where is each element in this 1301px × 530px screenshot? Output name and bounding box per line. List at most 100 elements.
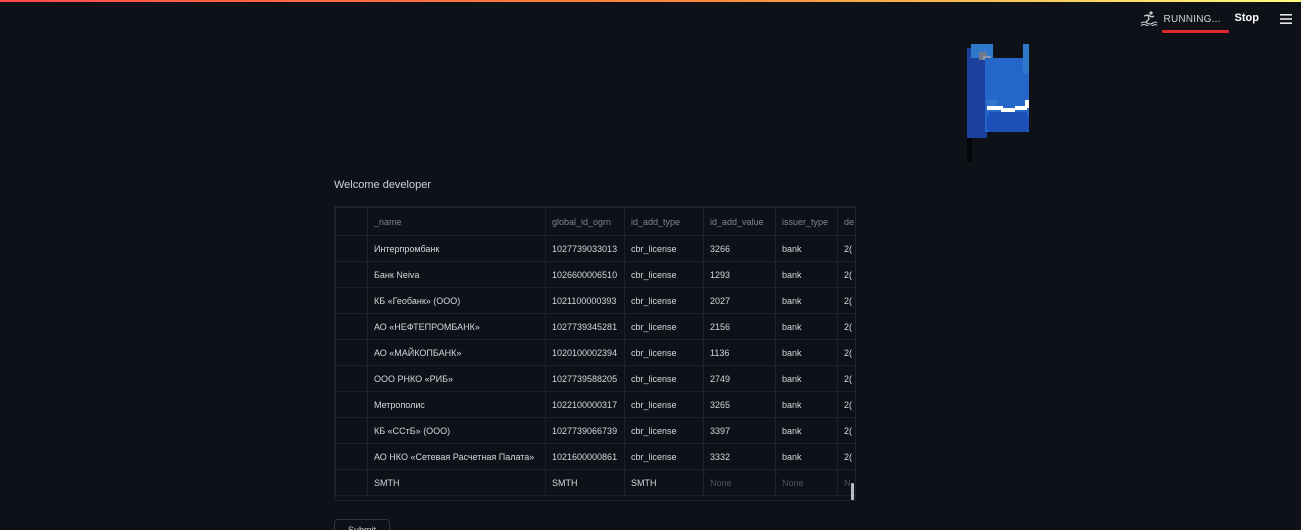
table-cell[interactable]: 2(: [837, 443, 855, 470]
table-cell[interactable]: 2(: [837, 391, 855, 418]
stop-button[interactable]: Stop: [1235, 12, 1259, 24]
row-index-cell[interactable]: [335, 339, 368, 366]
table-cell[interactable]: 1021600000861: [545, 443, 625, 470]
welcome-text: Welcome developer: [334, 179, 432, 191]
table-cell[interactable]: cbr_license: [624, 287, 704, 314]
table-cell[interactable]: bank: [775, 365, 838, 392]
table-cell[interactable]: 2(: [837, 417, 855, 444]
table-cell[interactable]: 2(: [837, 287, 855, 314]
row-index-cell[interactable]: [335, 261, 368, 288]
running-label: RUNNING...: [1163, 14, 1221, 25]
table-cell[interactable]: SMTH: [367, 469, 546, 496]
table-cell[interactable]: 1021100000393: [545, 287, 625, 314]
data-table: _name global_id_ogrn id_add_type id_add_…: [335, 207, 855, 496]
table-cell[interactable]: 1022100000317: [545, 391, 625, 418]
row-index-cell[interactable]: [335, 469, 368, 496]
table-cell[interactable]: cbr_license: [624, 443, 704, 470]
row-index-cell[interactable]: [335, 313, 368, 340]
table-cell[interactable]: cbr_license: [624, 339, 704, 366]
table-cell[interactable]: 2027: [703, 287, 776, 314]
table-cell[interactable]: АО НКО «Сетевая Расчетная Палата»: [367, 443, 546, 470]
table-cell[interactable]: SMTH: [624, 469, 704, 496]
table-cell[interactable]: Банк Neiva: [367, 261, 546, 288]
table-cell[interactable]: 2749: [703, 365, 776, 392]
table-cell[interactable]: 3332: [703, 443, 776, 470]
table-cell[interactable]: 3397: [703, 417, 776, 444]
column-header-de[interactable]: de: [837, 207, 855, 236]
table-cell[interactable]: 1136: [703, 339, 776, 366]
table-cell[interactable]: SMTH: [545, 469, 625, 496]
column-header-add-value[interactable]: id_add_value: [703, 207, 776, 236]
table-cell[interactable]: cbr_license: [624, 235, 704, 262]
row-index-cell[interactable]: [335, 391, 368, 418]
table-cell[interactable]: 2(: [837, 313, 855, 340]
table-cell[interactable]: 2156: [703, 313, 776, 340]
row-index-cell[interactable]: [335, 443, 368, 470]
table-row[interactable]: АО «МАЙКОПБАНК» 1020100002394 cbr_licens…: [335, 339, 855, 366]
hamburger-menu-icon[interactable]: [1279, 12, 1293, 24]
table-cell[interactable]: 1026600006510: [545, 261, 625, 288]
table-cell[interactable]: КБ «ССтБ» (ООО): [367, 417, 546, 444]
table-header-row: _name global_id_ogrn id_add_type id_add_…: [335, 207, 855, 236]
table-cell[interactable]: 2(: [837, 261, 855, 288]
row-index-cell[interactable]: [335, 287, 368, 314]
table-cell[interactable]: cbr_license: [624, 365, 704, 392]
row-index-cell[interactable]: [335, 365, 368, 392]
table-cell[interactable]: 1027739588205: [545, 365, 625, 392]
table-cell[interactable]: 1027739345281: [545, 313, 625, 340]
table-cell[interactable]: bank: [775, 287, 838, 314]
table-row[interactable]: КБ «ССтБ» (ООО) 1027739066739 cbr_licens…: [335, 417, 855, 444]
table-cell[interactable]: bank: [775, 261, 838, 288]
table-cell[interactable]: АО «МАЙКОПБАНК»: [367, 339, 546, 366]
table-cell[interactable]: bank: [775, 235, 838, 262]
table-cell[interactable]: КБ «Геобанк» (ООО): [367, 287, 546, 314]
table-cell[interactable]: 1293: [703, 261, 776, 288]
data-table-container[interactable]: _name global_id_ogrn id_add_type id_add_…: [334, 206, 856, 501]
table-cell[interactable]: 2(: [837, 339, 855, 366]
table-cell[interactable]: cbr_license: [624, 261, 704, 288]
table-cell[interactable]: 1027739066739: [545, 417, 625, 444]
table-row[interactable]: АО «НЕФТЕПРОМБАНК» 1027739345281 cbr_lic…: [335, 313, 855, 340]
table-row[interactable]: АО НКО «Сетевая Расчетная Палата» 102160…: [335, 443, 855, 470]
running-indicator-bar: [1161, 30, 1229, 33]
table-row[interactable]: КБ «Геобанк» (ООО) 1021100000393 cbr_lic…: [335, 287, 855, 314]
table-cell[interactable]: bank: [775, 443, 838, 470]
table-scrollbar[interactable]: [851, 483, 854, 500]
table-cell[interactable]: Метрополис: [367, 391, 546, 418]
table-cell[interactable]: bank: [775, 313, 838, 340]
table-cell[interactable]: bank: [775, 339, 838, 366]
table-cell[interactable]: cbr_license: [624, 391, 704, 418]
table-cell[interactable]: bank: [775, 417, 838, 444]
column-header-name[interactable]: _name: [367, 207, 546, 236]
table-cell[interactable]: 1027739033013: [545, 235, 625, 262]
table-cell[interactable]: Интерпромбанк: [367, 235, 546, 262]
table-cell[interactable]: cbr_license: [624, 313, 704, 340]
table-cell[interactable]: 3265: [703, 391, 776, 418]
table-cell[interactable]: 3266: [703, 235, 776, 262]
table-cell[interactable]: 2(: [837, 365, 855, 392]
column-header-ogrn[interactable]: global_id_ogrn: [545, 207, 625, 236]
table-cell[interactable]: None: [703, 469, 776, 496]
column-header-issuer-type[interactable]: issuer_type: [775, 207, 838, 236]
row-index-cell[interactable]: [335, 235, 368, 262]
app-page: RUNNING... Stop Welcome developer _name …: [0, 0, 1301, 530]
column-header-add-type[interactable]: id_add_type: [624, 207, 704, 236]
top-decoration-bar: [0, 0, 1301, 2]
table-row[interactable]: Банк Neiva 1026600006510 cbr_license 129…: [335, 261, 855, 288]
running-person-icon: [1140, 10, 1158, 28]
running-status: RUNNING...: [1161, 9, 1229, 33]
row-index-cell[interactable]: [335, 417, 368, 444]
table-cell[interactable]: ООО РНКО «РИБ»: [367, 365, 546, 392]
table-row[interactable]: ООО РНКО «РИБ» 1027739588205 cbr_license…: [335, 365, 855, 392]
table-cell[interactable]: 2(: [837, 235, 855, 262]
table-cell[interactable]: None: [775, 469, 838, 496]
submit-button[interactable]: Submit: [334, 519, 390, 530]
table-row[interactable]: Метрополис 1022100000317 cbr_license 326…: [335, 391, 855, 418]
pixel-flag-image: [965, 40, 1035, 164]
table-cell[interactable]: bank: [775, 391, 838, 418]
table-cell[interactable]: 1020100002394: [545, 339, 625, 366]
table-row[interactable]: SMTH SMTH SMTH None None N: [335, 469, 855, 496]
table-row[interactable]: Интерпромбанк 1027739033013 cbr_license …: [335, 235, 855, 262]
table-cell[interactable]: АО «НЕФТЕПРОМБАНК»: [367, 313, 546, 340]
table-cell[interactable]: cbr_license: [624, 417, 704, 444]
